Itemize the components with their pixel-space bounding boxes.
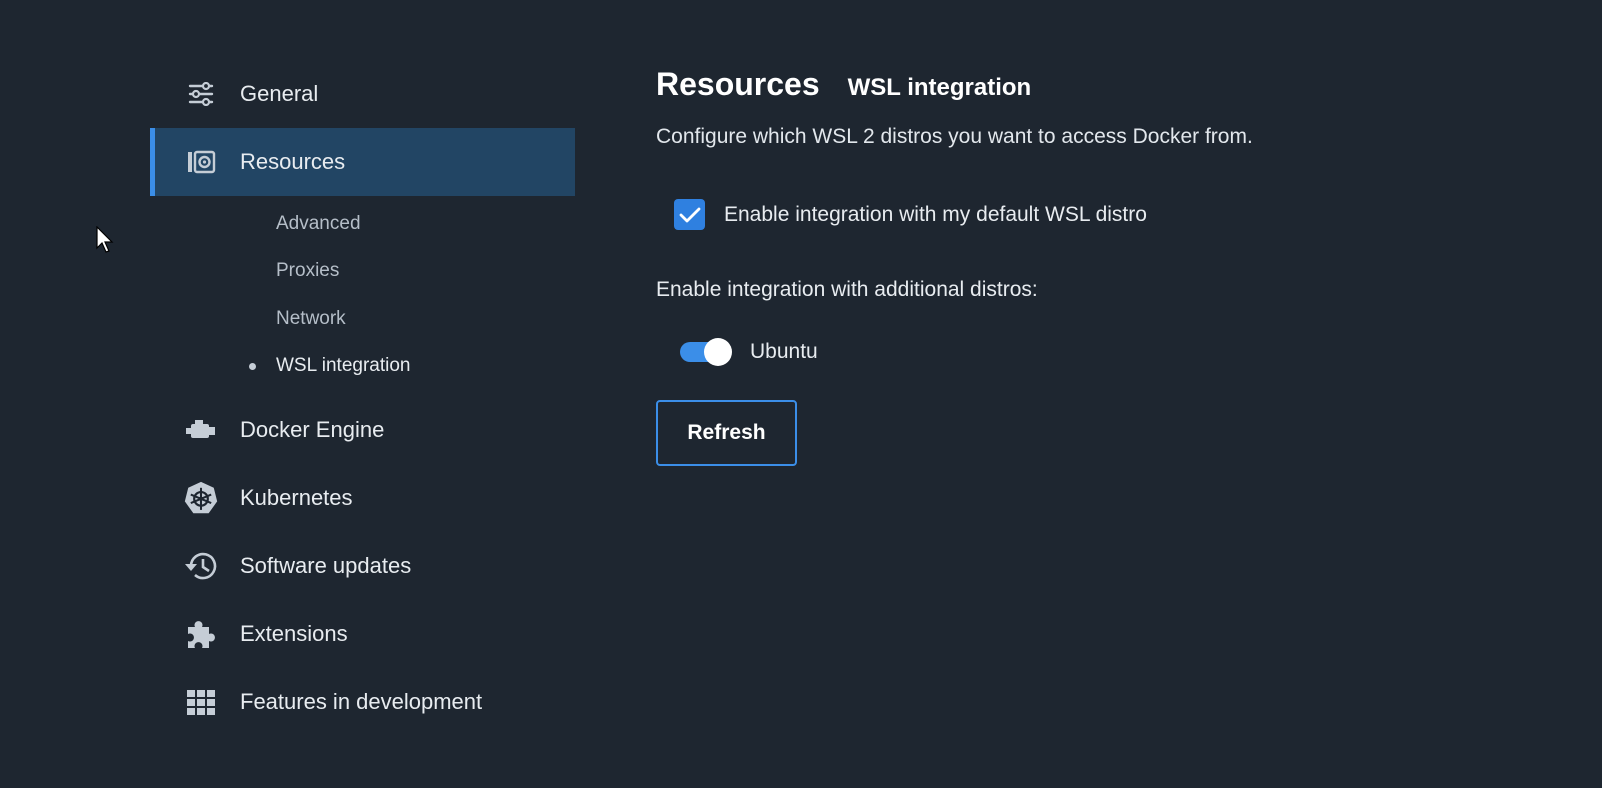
wsl-integration-panel: Resources WSL integration Configure whic…	[656, 66, 1556, 466]
submenu-item-proxies[interactable]: Proxies	[150, 248, 575, 296]
sidebar-item-label: Resources	[240, 149, 346, 174]
grid-icon	[184, 685, 218, 719]
page-title: Resources	[656, 66, 820, 102]
ubuntu-toggle[interactable]	[680, 338, 732, 366]
sidebar-item-label: Software updates	[240, 553, 412, 578]
sidebar-item-extensions[interactable]: Extensions	[150, 600, 575, 668]
settings-sidebar: General Resources Advanced Proxies Netwo…	[150, 60, 575, 736]
sidebar-item-resources[interactable]: Resources	[150, 128, 575, 196]
page-description: Configure which WSL 2 distros you want t…	[656, 125, 1253, 148]
puzzle-icon	[184, 617, 218, 651]
submenu-item-advanced[interactable]: Advanced	[150, 200, 575, 248]
mouse-cursor-icon	[96, 226, 114, 253]
sidebar-item-kubernetes[interactable]: Kubernetes	[150, 464, 575, 532]
sidebar-item-general[interactable]: General	[150, 60, 575, 128]
page-subtitle: WSL integration	[847, 74, 1032, 101]
additional-distros-label: Enable integration with additional distr…	[656, 278, 1038, 301]
resources-submenu: Advanced Proxies Network WSL integration	[150, 196, 575, 396]
sidebar-item-label: General	[240, 81, 319, 106]
default-distro-row: Enable integration with my default WSL d…	[674, 199, 1556, 230]
submenu-item-wsl-integration[interactable]: WSL integration	[150, 343, 575, 391]
submenu-item-label: WSL integration	[276, 355, 411, 377]
submenu-item-network[interactable]: Network	[150, 295, 575, 343]
refresh-button[interactable]: Refresh	[656, 400, 797, 466]
default-distro-checkbox[interactable]	[674, 199, 705, 230]
sidebar-item-software-updates[interactable]: Software updates	[150, 532, 575, 600]
sidebar-item-label: Extensions	[240, 621, 348, 646]
sliders-icon	[184, 77, 218, 111]
kubernetes-icon	[184, 481, 218, 515]
settings-page: General Resources Advanced Proxies Netwo…	[0, 0, 1602, 788]
sidebar-item-label: Docker Engine	[240, 417, 385, 442]
sidebar-item-features-in-development[interactable]: Features in development	[150, 668, 575, 736]
checkmark-icon	[679, 207, 700, 222]
engine-icon	[184, 413, 218, 447]
sidebar-item-label: Features in development	[240, 689, 483, 714]
sidebar-item-label: Kubernetes	[240, 485, 353, 510]
sidebar-item-docker-engine[interactable]: Docker Engine	[150, 396, 575, 464]
page-heading: Resources WSL integration	[656, 66, 1556, 103]
current-indicator-dot	[249, 362, 256, 370]
resources-icon	[184, 145, 218, 179]
toggle-knob	[704, 338, 732, 366]
distro-name: Ubuntu	[750, 340, 818, 363]
distro-row: Ubuntu	[680, 338, 1556, 366]
default-distro-label: Enable integration with my default WSL d…	[724, 202, 1147, 226]
history-icon	[184, 549, 218, 583]
